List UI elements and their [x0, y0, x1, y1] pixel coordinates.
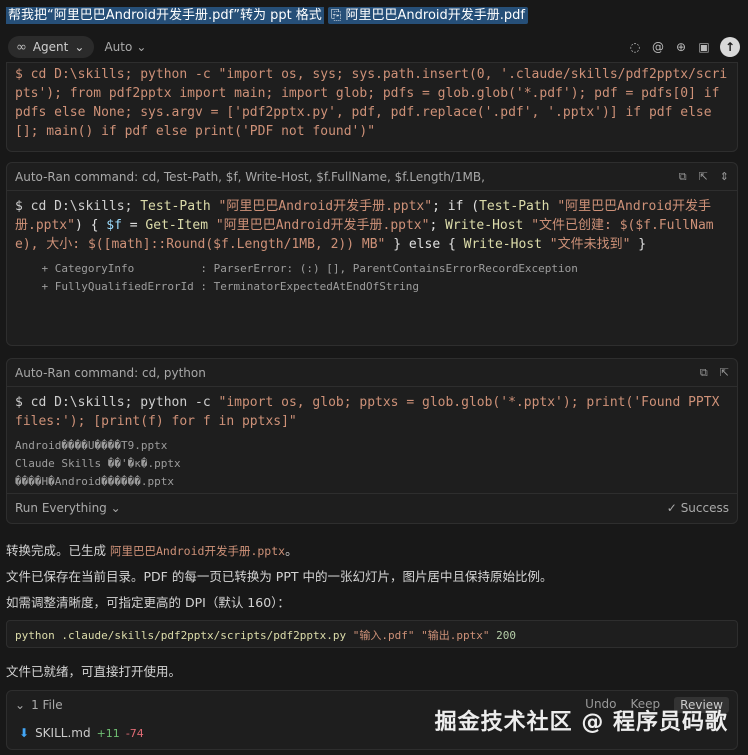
file-mention-chip[interactable]: ⎘ 阿里巴巴Android开发手册.pdf — [327, 7, 528, 24]
open-external-icon[interactable]: ⇱ — [699, 170, 708, 184]
code-token: "输出.pptx" — [414, 629, 490, 642]
command-3-code: $ cd D:\skills; python -c "import os, gl… — [7, 387, 737, 435]
lines-added: +11 — [96, 726, 120, 740]
command-3-output: Android����U����T9.pptx Claude Skills ��'… — [7, 435, 737, 493]
command-2-token: } else { — [385, 237, 464, 252]
command-2-header: Auto-Ran command: cd, Test-Path, $f, Wri… — [7, 163, 737, 191]
command-3-header-label: Auto-Ran command: cd, python — [15, 365, 206, 380]
lines-removed: -74 — [125, 726, 144, 740]
output-line: Android����U����T9.pptx — [15, 439, 168, 452]
command-card-3: Auto-Ran command: cd, python ⧉ ⇱ $ cd D:… — [6, 358, 738, 524]
agent-toolbar: ∞ Agent ⌄ Auto ⌄ ◌ @ ⊕ ▣ ↑ — [0, 34, 748, 60]
command-2-token: } — [630, 237, 647, 252]
image-icon[interactable]: ▣ — [697, 40, 711, 54]
file-link[interactable]: 阿里巴巴Android开发手册.pptx — [110, 544, 285, 558]
command-1-text: $ cd D:\skills; python -c "import os, sy… — [15, 67, 728, 139]
command-2-token: Test-Path — [479, 199, 550, 214]
command-2-token: Write-Host — [463, 237, 542, 252]
command-2-token: ) { — [74, 218, 107, 233]
command-2-token: Write-Host — [445, 218, 524, 233]
command-2-token: = — [121, 218, 146, 233]
agent-mode-label: Agent — [32, 40, 69, 54]
command-3-header: Auto-Ran command: cd, python ⧉ ⇱ — [7, 359, 737, 387]
model-label: Auto — [104, 40, 133, 54]
command-2-token: ; — [429, 218, 446, 233]
watermark: 掘金技术社区 @ 程序员码歌 — [434, 710, 728, 735]
command-2-prefix: $ cd D:\skills; — [15, 199, 141, 214]
command-2-token: ; if ( — [432, 199, 480, 214]
infinity-icon: ∞ — [16, 39, 27, 55]
output-line: Claude Skills ��'�к�.pptx — [15, 457, 181, 470]
result-text: 。 — [285, 543, 298, 558]
send-button[interactable]: ↑ — [720, 37, 740, 57]
prompt-bar[interactable]: 帮我把“阿里巴巴Android开发手册.pdf”转为 ppt 格式 ⎘ 阿里巴巴… — [0, 0, 748, 30]
result-line-1: 转换完成。已生成 阿里巴巴Android开发手册.pptx。 — [6, 540, 298, 559]
markdown-file-icon: ⬇ — [19, 726, 30, 740]
command-2-token: $f — [106, 218, 122, 233]
output-line: + CategoryInfo : ParserError: (:) [], Pa… — [15, 262, 578, 275]
code-token: "输入.pdf" — [352, 629, 415, 642]
command-3-footer: Run Everything ⌄ ✓ Success — [7, 493, 737, 521]
result-line-3: 如需调整清晰度，可指定更高的 DPI（默认 160）： — [6, 595, 290, 610]
spinner-icon: ◌ — [629, 40, 641, 54]
result-line-4: 文件已就绪，可直接打开使用。 — [6, 664, 182, 679]
command-2-token: Get-Item — [145, 218, 209, 233]
status-badge: ✓ Success — [667, 501, 729, 515]
command-2-header-label: Auto-Ran command: cd, Test-Path, $f, Wri… — [15, 169, 485, 184]
chevron-down-icon: ⌄ — [136, 40, 147, 54]
copy-icon[interactable]: ⧉ — [700, 366, 708, 380]
file-name: SKILL.md — [35, 726, 91, 740]
output-line: + FullyQualifiedErrorId : TerminatorExpe… — [15, 280, 419, 293]
expand-icon[interactable]: ⇕ — [720, 170, 729, 184]
at-mention-icon[interactable]: @ — [651, 40, 665, 54]
result-line-2: 文件已保存在当前目录。PDF 的每一页已转换为 PPT 中的一张幻灯片，图片居中… — [6, 569, 553, 584]
code-token: 200 — [489, 629, 516, 642]
globe-icon[interactable]: ⊕ — [674, 40, 688, 54]
file-mention-label: 阿里巴巴Android开发手册.pdf — [345, 8, 525, 23]
command-1-code: $ cd D:\skills; python -c "import os, sy… — [7, 63, 737, 145]
chevron-down-icon: ⌄ — [110, 500, 121, 515]
command-2-token: Test-Path — [140, 199, 211, 214]
check-icon: ✓ — [666, 500, 677, 515]
command-2-output: + CategoryInfo : ParserError: (:) [], Pa… — [7, 258, 737, 298]
chevron-down-icon[interactable]: ⌄ — [15, 698, 25, 712]
status-label: Success — [680, 500, 729, 515]
run-everything-selector[interactable]: Run Everything ⌄ — [15, 501, 121, 515]
open-external-icon[interactable]: ⇱ — [720, 366, 729, 380]
chevron-down-icon: ⌄ — [74, 40, 85, 54]
command-card-2: Auto-Ran command: cd, Test-Path, $f, Wri… — [6, 162, 738, 346]
command-2-token: "文件未找到" — [541, 237, 631, 252]
output-line: ����H�Android������.pptx — [15, 475, 174, 488]
command-2-token: "阿里巴巴Android开发手册.pptx" — [210, 199, 433, 214]
command-3-prefix: $ cd D:\skills; python -c — [15, 395, 219, 410]
prompt-text: 帮我把“阿里巴巴Android开发手册.pdf”转为 ppt 格式 — [6, 7, 324, 24]
command-2-code: $ cd D:\skills; Test-Path "阿里巴巴Android开发… — [7, 191, 737, 258]
file-count: 1 File — [31, 698, 63, 712]
code-token: python .claude/skills/pdf2pptx/scripts/p… — [15, 629, 353, 642]
copy-icon[interactable]: ⧉ — [679, 170, 687, 184]
command-2-token: "阿里巴巴Android开发手册.pptx" — [208, 218, 430, 233]
command-card-1: $ cd D:\skills; python -c "import os, sy… — [6, 62, 738, 152]
agent-mode-selector[interactable]: ∞ Agent ⌄ — [8, 36, 95, 58]
dpi-command-block: python .claude/skills/pdf2pptx/scripts/p… — [6, 620, 738, 648]
run-everything-label: Run Everything — [15, 500, 107, 515]
model-selector[interactable]: Auto ⌄ — [104, 40, 146, 54]
result-text: 转换完成。已生成 — [6, 543, 110, 558]
